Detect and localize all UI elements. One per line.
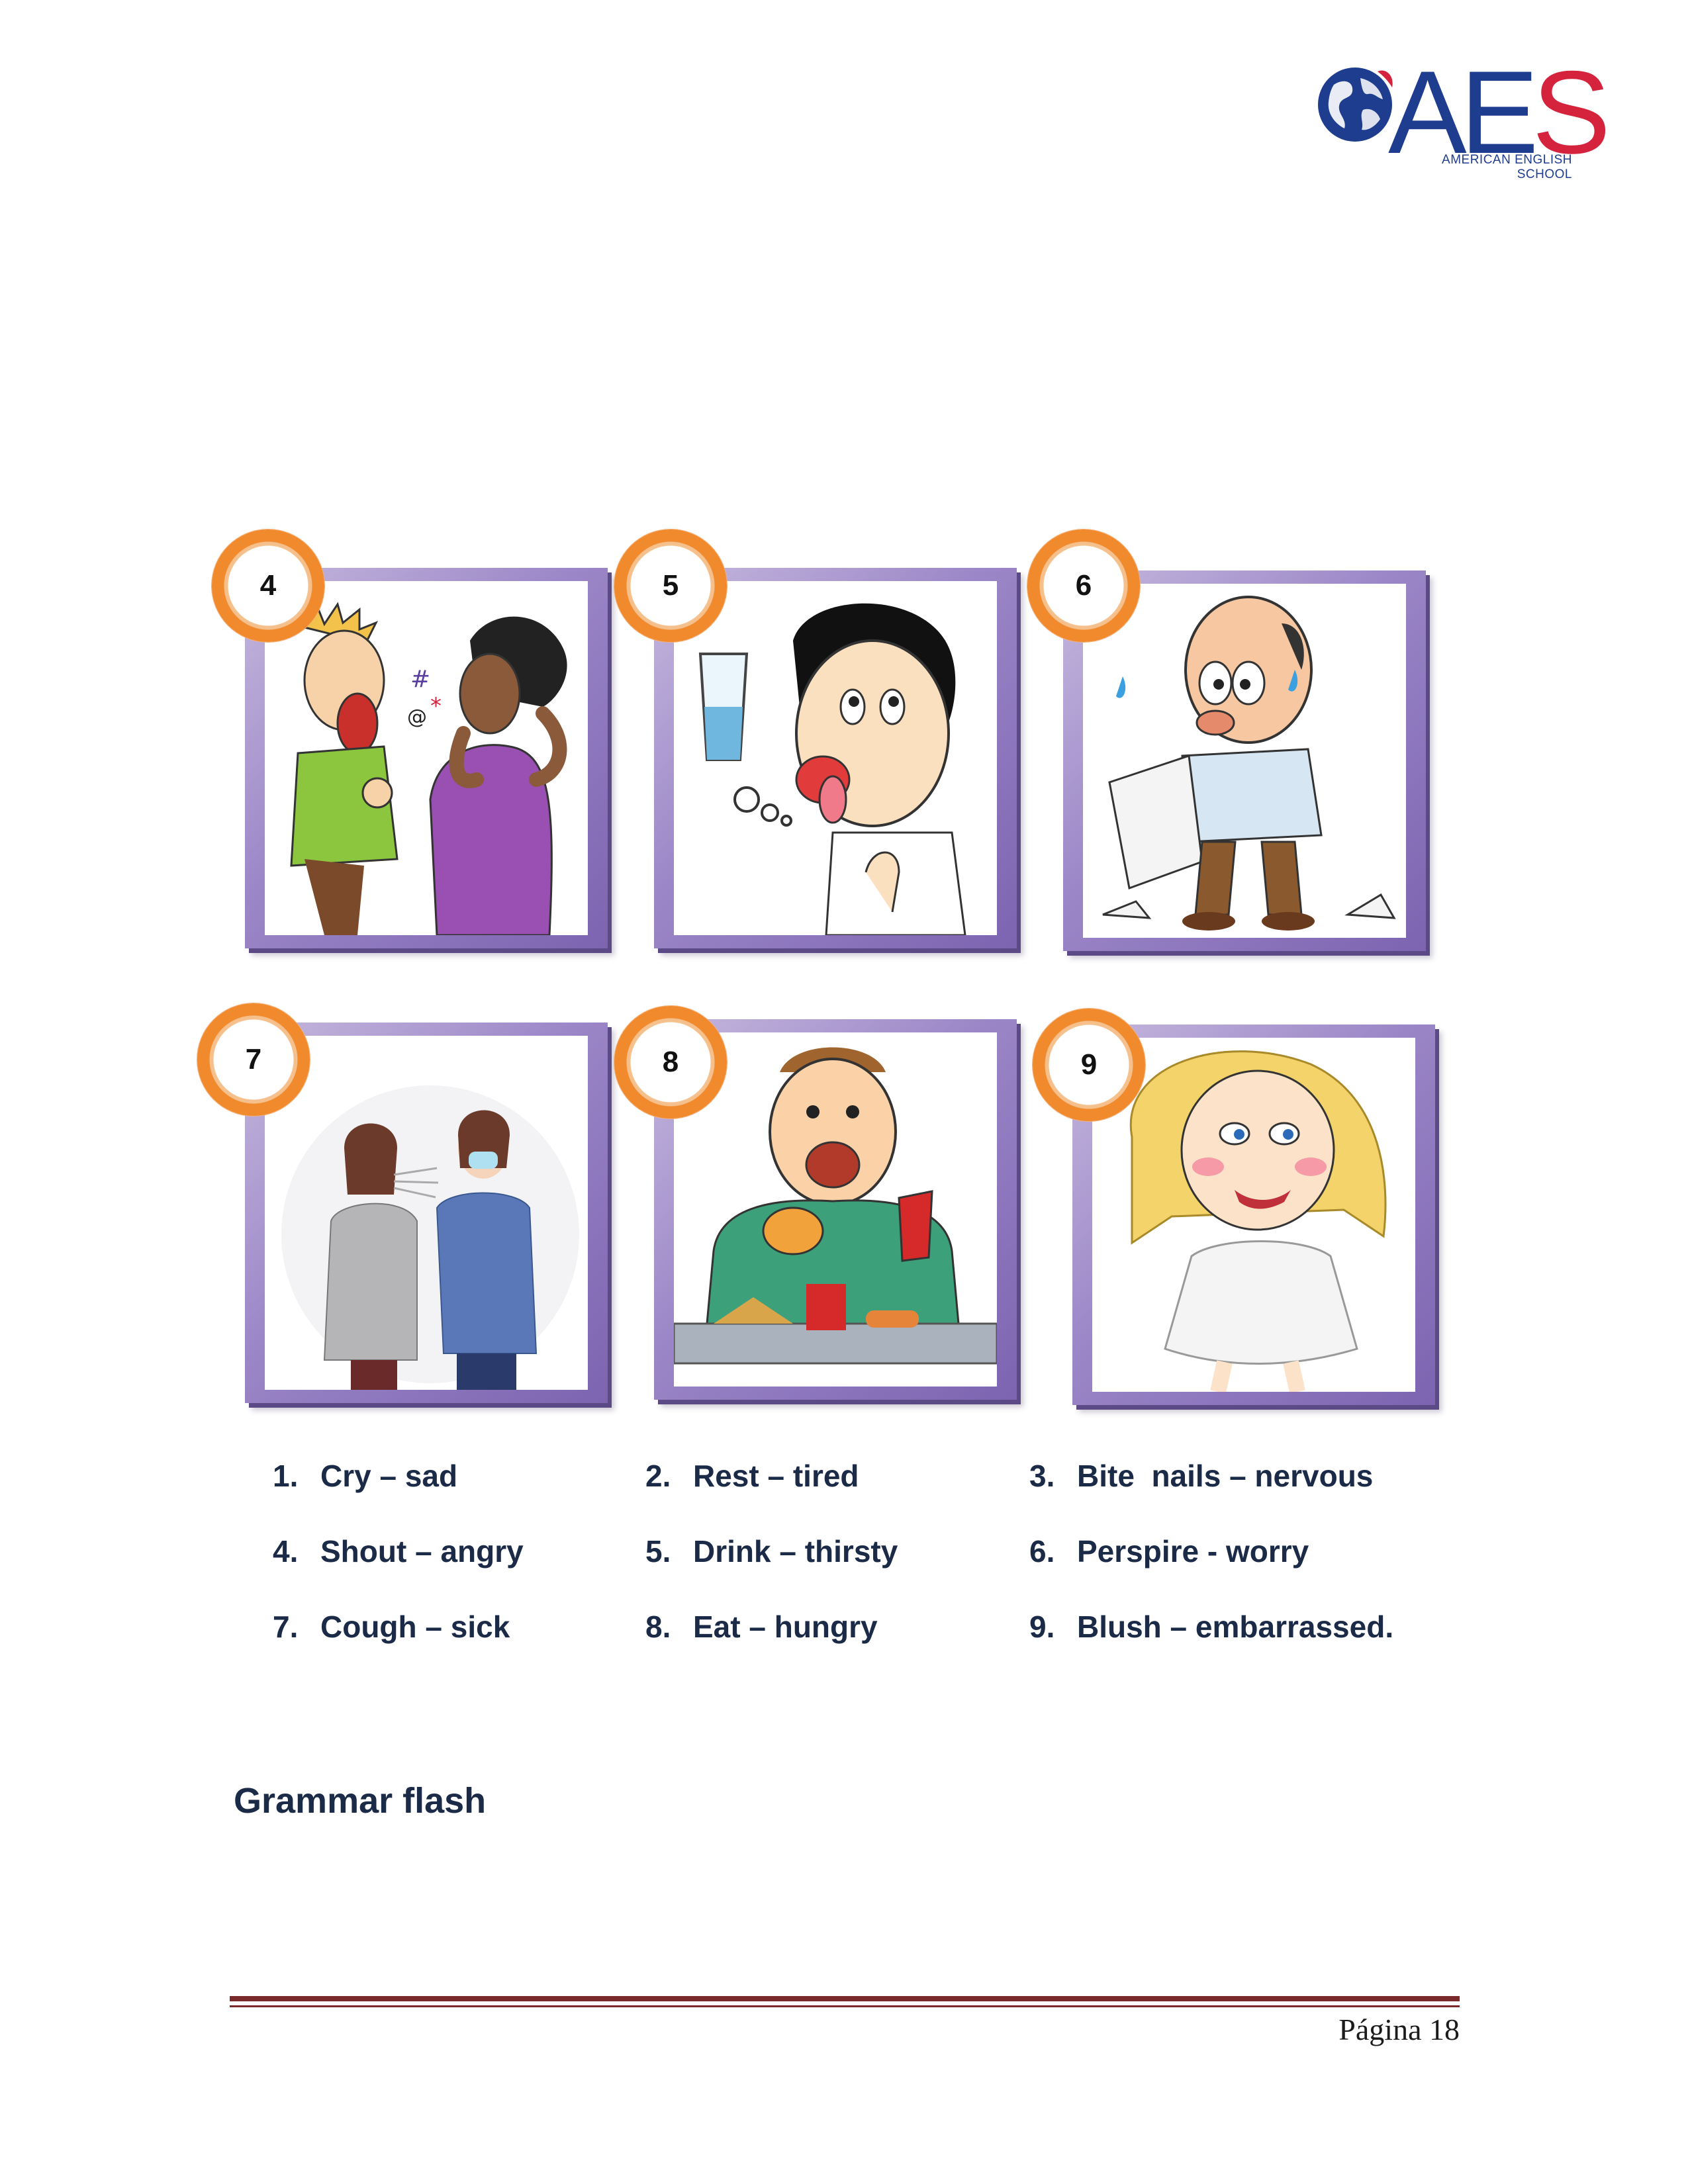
number-badge-7: 7: [197, 1003, 310, 1116]
vocab-item-8: 8. Eat – hungry: [645, 1610, 878, 1644]
logo-subtitle-line1: AMERICAN ENGLISH: [1442, 153, 1572, 167]
vocab-item-2: 2. Rest – tired: [645, 1459, 859, 1493]
vocab-item-6: 6. Perspire - worry: [1029, 1534, 1309, 1569]
vocab-item-3: 3. Bite nails – nervous: [1029, 1459, 1374, 1493]
coughing-sick-woman-illustration: [265, 1036, 588, 1390]
page-label: Página: [1338, 2013, 1422, 2046]
svg-text:@: @: [407, 705, 427, 729]
number-badge-8: 8: [614, 1006, 727, 1118]
logo-subtitle-line2: SCHOOL: [1517, 167, 1572, 181]
vocab-item-4: 4. Shout – angry: [273, 1534, 524, 1569]
number-badge-9: 9: [1033, 1009, 1145, 1121]
number-badge-4: 4: [212, 529, 324, 642]
page-number-value: 18: [1429, 2013, 1460, 2046]
number-badge-5: 5: [614, 529, 727, 642]
globe-icon: [1318, 68, 1393, 142]
footer-divider: [230, 1996, 1460, 2001]
vocab-item-5: 5. Drink – thirsty: [645, 1534, 898, 1569]
section-title-grammar-flash: Grammar flash: [234, 1781, 487, 1821]
svg-text:*: *: [430, 693, 442, 719]
svg-text:#: #: [410, 666, 430, 693]
page-number: Página 18: [1338, 2012, 1460, 2047]
aes-logo: AES AMERICAN ENGLISH SCHOOL: [1314, 53, 1611, 184]
vocab-item-1: 1. Cry – sad: [273, 1459, 458, 1493]
vocab-item-7: 7. Cough – sick: [273, 1610, 510, 1644]
number-badge-6: 6: [1027, 529, 1140, 642]
footer-divider-thin: [230, 2005, 1460, 2007]
vocab-item-9: 9. Blush – embarrassed.: [1029, 1610, 1394, 1644]
